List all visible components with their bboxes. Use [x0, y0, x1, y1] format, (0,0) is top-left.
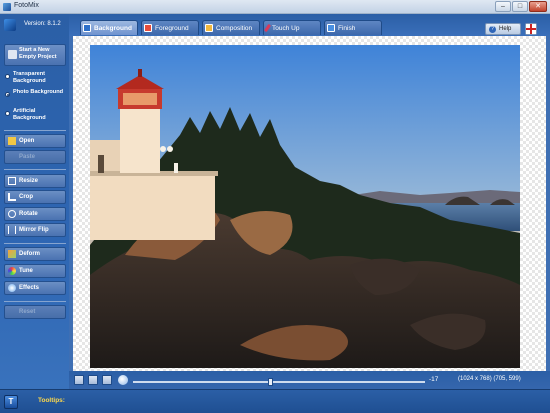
paste-button[interactable]: Paste: [4, 150, 66, 164]
tooltips-label: Tooltips:: [38, 397, 65, 404]
fullscreen-button[interactable]: [102, 375, 112, 385]
title-bar: FotoMix – □ ✕: [0, 0, 550, 14]
tab-bar: Background Foreground Composition Touch …: [69, 14, 550, 36]
canvas-area: [69, 36, 550, 371]
app-icon: [3, 3, 11, 11]
new-project-icon: [8, 50, 17, 59]
touchup-icon: [263, 23, 272, 33]
zoom-slider-thumb[interactable]: [268, 378, 274, 386]
tab-label: Touch Up: [272, 24, 300, 32]
language-flag-button[interactable]: [525, 23, 537, 35]
resize-label: Resize: [19, 178, 39, 184]
tune-button[interactable]: Tune: [4, 264, 66, 278]
crop-label: Crop: [19, 194, 33, 200]
image-size-info: (1024 x 768) (705, 599): [458, 376, 521, 382]
deform-icon: [8, 250, 16, 258]
composition-icon: [205, 24, 213, 32]
divider: [4, 130, 66, 131]
radio-label: Transparent Background: [13, 71, 46, 84]
radio-label: Artificial Background: [13, 108, 46, 121]
radio-label: Photo Background: [13, 89, 64, 95]
zoom-value: -17: [429, 376, 439, 383]
foreground-icon: [144, 24, 152, 32]
radio-dot: [5, 74, 10, 79]
tab-label: Foreground: [155, 24, 189, 32]
bottom-toolbar: -17 (1024 x 768) (705, 599): [69, 371, 550, 389]
tab-background[interactable]: Background: [80, 20, 138, 35]
resize-icon: [8, 177, 16, 185]
reset-button[interactable]: Reset: [4, 305, 66, 319]
radio-dot-selected: [5, 92, 10, 97]
paste-label: Paste: [19, 154, 36, 160]
deform-button[interactable]: Deform: [4, 247, 66, 261]
effects-button[interactable]: Effects: [4, 281, 66, 295]
background-photo[interactable]: [90, 45, 520, 368]
status-bar: T Tooltips:: [0, 389, 550, 413]
help-button[interactable]: ? Help: [485, 23, 521, 35]
help-label: Help: [499, 26, 512, 32]
window-title: FotoMix: [14, 2, 39, 9]
radio-artificial-background[interactable]: Artificial Background: [5, 108, 69, 122]
divider: [4, 243, 66, 244]
radio-dot: [5, 111, 10, 116]
open-label: Open: [19, 138, 35, 144]
reset-icon: [8, 308, 16, 316]
crop-button[interactable]: Crop: [4, 190, 66, 204]
tab-label: Background: [94, 24, 132, 32]
help-icon: ?: [489, 25, 496, 33]
version-label: Version: 8.1.2: [24, 21, 61, 27]
rotate-button[interactable]: Rotate: [4, 207, 66, 221]
mirror-flip-button[interactable]: Mirror Flip: [4, 223, 66, 237]
effects-label: Effects: [19, 285, 40, 291]
flag-icon: [526, 24, 536, 34]
tab-label: Composition: [216, 24, 253, 32]
start-new-project-label: Start a New Empty Project: [19, 47, 57, 60]
fotomix-logo: [4, 19, 16, 31]
minimize-button[interactable]: –: [495, 1, 511, 12]
zoom-slider-track[interactable]: [133, 381, 425, 383]
crop-icon: [8, 193, 16, 201]
effects-icon: [8, 284, 16, 292]
transparency-checkerboard: [73, 36, 546, 371]
tab-composition[interactable]: Composition: [202, 20, 260, 35]
tab-touch-up[interactable]: Touch Up: [263, 20, 321, 35]
radio-transparent-background[interactable]: Transparent Background: [5, 71, 69, 85]
paste-icon: [8, 153, 16, 161]
close-button[interactable]: ✕: [529, 1, 547, 12]
fit-view-button[interactable]: [74, 375, 84, 385]
mirror-flip-label: Mirror Flip: [19, 227, 49, 233]
tune-label: Tune: [19, 268, 33, 274]
background-icon: [83, 24, 91, 32]
tooltip-icon[interactable]: T: [4, 395, 18, 409]
finish-icon: [327, 24, 335, 32]
start-new-project-button[interactable]: Start a New Empty Project: [4, 44, 66, 66]
tune-icon: [8, 267, 16, 275]
actual-size-button[interactable]: [88, 375, 98, 385]
mirror-flip-icon: [8, 226, 16, 234]
tab-label: Finish: [338, 24, 356, 32]
rotate-icon: [8, 210, 16, 218]
folder-icon: [8, 137, 16, 145]
tab-foreground[interactable]: Foreground: [141, 20, 199, 35]
maximize-button[interactable]: □: [512, 1, 528, 12]
open-button[interactable]: Open: [4, 134, 66, 148]
zoom-icon: [118, 375, 128, 385]
divider: [4, 301, 66, 302]
sidebar: Version: 8.1.2 Start a New Empty Project…: [0, 14, 69, 399]
rotate-label: Rotate: [19, 211, 38, 217]
tab-finish[interactable]: Finish: [324, 20, 382, 35]
deform-label: Deform: [19, 251, 41, 257]
radio-photo-background[interactable]: Photo Background: [5, 89, 64, 97]
resize-button[interactable]: Resize: [4, 174, 66, 188]
divider: [4, 169, 66, 170]
reset-label: Reset: [19, 309, 36, 315]
